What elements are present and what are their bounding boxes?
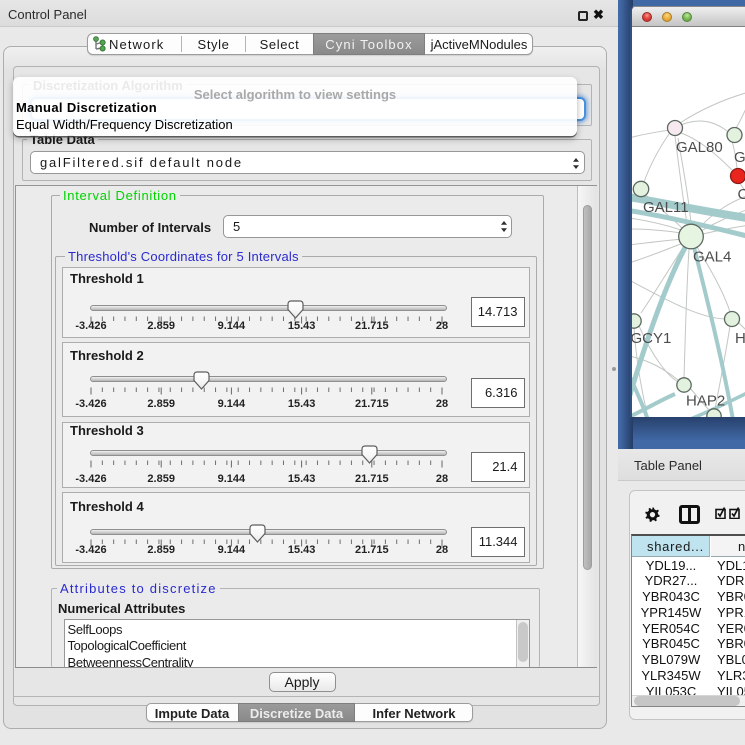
svg-text:GAL4: GAL4 <box>693 249 731 266</box>
svg-text:GAL80: GAL80 <box>676 139 723 156</box>
svg-text:GCY1: GCY1 <box>632 330 671 347</box>
svg-text:G: G <box>734 149 745 166</box>
svg-text:GAL11: GAL11 <box>643 199 689 216</box>
svg-text:C: C <box>738 186 745 203</box>
svg-text:HAP2: HAP2 <box>686 393 725 410</box>
svg-text:H: H <box>735 330 745 347</box>
